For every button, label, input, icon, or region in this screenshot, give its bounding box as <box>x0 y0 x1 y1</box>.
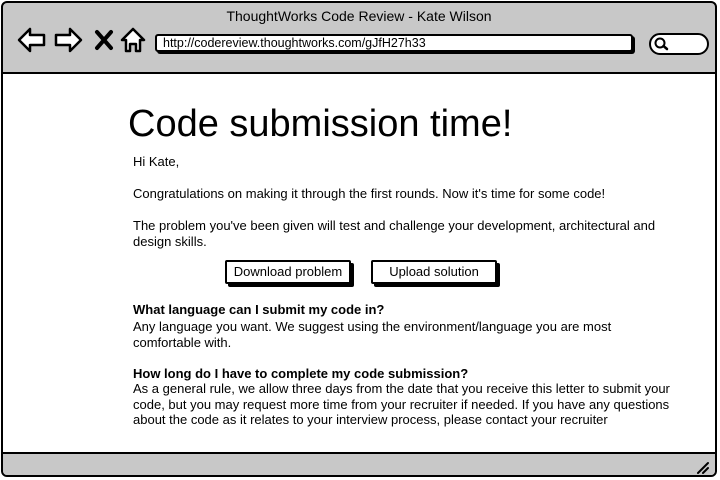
page-content: Code submission time! Hi Kate, Congratul… <box>3 72 715 454</box>
greeting-text: Hi Kate, <box>133 154 180 169</box>
congrats-text: Congratulations on making it through the… <box>133 186 606 201</box>
search-icon <box>654 37 669 51</box>
faq-answer-time: As a general rule, we allow three days f… <box>133 381 670 427</box>
resize-grip-icon[interactable] <box>695 460 709 474</box>
status-bar <box>3 454 715 475</box>
close-icon[interactable] <box>93 25 115 55</box>
search-input[interactable] <box>649 33 709 55</box>
intro-text: The problem you've been given will test … <box>133 218 656 249</box>
url-input[interactable]: http://codereview.thoughtworks.com/gJfH2… <box>155 34 633 52</box>
home-icon[interactable] <box>119 25 147 55</box>
upload-solution-button[interactable]: Upload solution <box>371 260 497 284</box>
browser-window: ThoughtWorks Code Review - Kate Wilson h… <box>1 1 717 477</box>
back-arrow-icon[interactable] <box>17 25 47 55</box>
faq-question-time: How long do I have to complete my code s… <box>133 366 469 381</box>
download-problem-button[interactable]: Download problem <box>225 260 351 284</box>
page-title: Code submission time! <box>128 103 513 145</box>
forward-arrow-icon[interactable] <box>53 25 83 55</box>
faq-question-language: What language can I submit my code in? <box>133 302 385 317</box>
faq-answer-language: Any language you want. We suggest using … <box>133 319 612 350</box>
window-title: ThoughtWorks Code Review - Kate Wilson <box>226 8 492 24</box>
